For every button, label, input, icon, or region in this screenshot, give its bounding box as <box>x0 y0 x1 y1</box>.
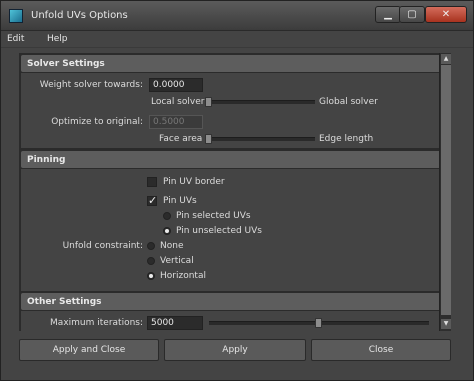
constraint-vertical-radio[interactable] <box>147 257 155 265</box>
constraint-none-label: None <box>160 241 184 251</box>
pin-unselected-uvs-radio[interactable] <box>163 227 171 235</box>
constraint-vertical-label: Vertical <box>160 256 194 266</box>
unfold-uvs-options-window: Unfold UVs Options ▁ ▢ ✕ Edit Help Solve… <box>0 0 474 381</box>
solver-settings-body: Weight solver towards: 0.0000 Local solv… <box>21 73 451 148</box>
optimize-slider-handle[interactable] <box>205 134 212 144</box>
window-title: Unfold UVs Options <box>31 10 128 21</box>
weight-solver-label: Weight solver towards: <box>39 80 143 90</box>
close-window-button[interactable]: ✕ <box>425 6 467 23</box>
apply-and-close-button[interactable]: Apply and Close <box>19 339 159 361</box>
optimize-original-field[interactable]: 0.5000 <box>149 115 203 129</box>
scroll-down-arrow-icon[interactable]: ▼ <box>441 319 451 329</box>
other-settings-body: Maximum iterations: 5000 <box>21 311 451 331</box>
title-bar[interactable]: Unfold UVs Options ▁ ▢ ✕ <box>1 1 473 31</box>
weight-solver-field[interactable]: 0.0000 <box>149 78 203 92</box>
edge-length-label: Edge length <box>319 134 374 144</box>
options-scroll-area: Solver Settings Weight solver towards: 0… <box>19 53 451 331</box>
max-iterations-label: Maximum iterations: <box>50 318 143 328</box>
pin-unselected-uvs-label: Pin unselected UVs <box>176 226 262 236</box>
pinning-header[interactable]: Pinning <box>21 151 451 168</box>
menu-bar: Edit Help <box>1 31 473 48</box>
constraint-none-radio[interactable] <box>147 242 155 250</box>
scrollbar-thumb[interactable] <box>441 65 451 315</box>
constraint-horizontal-label: Horizontal <box>160 271 206 281</box>
menu-help[interactable]: Help <box>47 34 68 44</box>
apply-button[interactable]: Apply <box>164 339 306 361</box>
pinning-body: Pin UV border ✓ Pin UVs Pin selected UVs… <box>21 169 451 291</box>
unfold-constraint-label: Unfold constraint: <box>62 241 143 251</box>
face-area-label: Face area <box>159 134 203 144</box>
global-solver-label: Global solver <box>319 97 378 107</box>
pin-uvs-label: Pin UVs <box>163 196 197 206</box>
minimize-button[interactable]: ▁ <box>375 6 401 23</box>
pin-selected-uvs-label: Pin selected UVs <box>176 211 251 221</box>
other-settings-header[interactable]: Other Settings <box>21 293 451 310</box>
local-solver-label: Local solver <box>151 97 205 107</box>
pin-uv-border-label: Pin UV border <box>163 177 225 187</box>
optimize-slider-track[interactable] <box>207 137 315 141</box>
close-button[interactable]: Close <box>311 339 451 361</box>
max-iterations-slider-handle[interactable] <box>315 318 322 328</box>
maya-app-icon <box>9 9 23 23</box>
menu-edit[interactable]: Edit <box>7 34 24 44</box>
pin-selected-uvs-radio[interactable] <box>163 212 171 220</box>
maximize-button[interactable]: ▢ <box>399 6 425 23</box>
weight-solver-slider-track[interactable] <box>207 100 315 104</box>
constraint-horizontal-radio[interactable] <box>147 272 155 280</box>
scroll-up-arrow-icon[interactable]: ▲ <box>441 54 451 64</box>
max-iterations-field[interactable]: 5000 <box>147 316 203 330</box>
check-icon: ✓ <box>148 194 158 207</box>
vertical-scrollbar[interactable]: ▲ ▼ <box>439 53 451 331</box>
solver-settings-header[interactable]: Solver Settings <box>21 55 451 72</box>
optimize-original-label: Optimize to original: <box>51 117 143 127</box>
pin-uv-border-checkbox[interactable] <box>147 177 157 187</box>
weight-solver-slider-handle[interactable] <box>205 97 212 107</box>
